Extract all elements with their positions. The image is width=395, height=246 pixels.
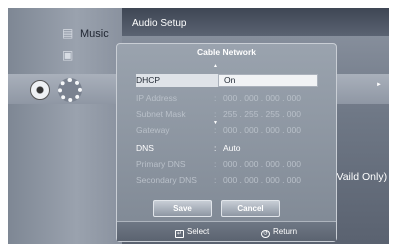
- tv-screen: ▤ Music ▣ Audio Setup ► (Vaild Only) Cab…: [8, 8, 389, 244]
- row-value: 255 . 255 . 255 . 000: [223, 109, 301, 119]
- music-label: Music: [80, 28, 109, 40]
- row-label: DNS: [136, 143, 154, 153]
- row-label: DHCP: [136, 75, 161, 85]
- row-label: Primary DNS: [136, 159, 186, 169]
- row-value: 000 . 000 . 000 . 000: [223, 175, 301, 185]
- cancel-button[interactable]: Cancel: [221, 200, 280, 217]
- row-colon: :: [214, 125, 217, 135]
- row-value: 000 . 000 . 000 . 000: [223, 159, 301, 169]
- row-subnet-mask: Subnet Mask : 255 . 255 . 255 . 000: [136, 108, 318, 121]
- row-secondary-dns: Secondary DNS : 000 . 000 . 000 . 000: [136, 174, 318, 187]
- row-colon: :: [214, 143, 217, 153]
- save-button[interactable]: Save: [153, 200, 212, 217]
- return-hint-label: Return: [273, 227, 298, 236]
- row-label: IP Address: [136, 93, 177, 103]
- row-label: Subnet Mask: [136, 109, 186, 119]
- row-value: 000 . 000 . 000 . 000: [223, 93, 301, 103]
- return-icon: ↺: [261, 230, 270, 238]
- vaild-only-text: (Vaild Only): [333, 171, 388, 183]
- cable-network-dialog: Cable Network ▲ DHCP On ▼ IP Address : 0…: [116, 43, 337, 242]
- row-value: Auto: [223, 143, 241, 153]
- scroll-up-icon: ▲: [213, 63, 218, 69]
- row-gateway: Gateway : 000 . 000 . 000 . 000: [136, 124, 318, 137]
- select-hint: ↵ Select: [175, 227, 209, 238]
- row-dhcp[interactable]: DHCP On: [136, 74, 318, 87]
- disc-icon[interactable]: [30, 80, 50, 100]
- row-colon: :: [214, 159, 217, 169]
- row-label: Gateway: [136, 125, 170, 135]
- row-label: Secondary DNS: [136, 175, 197, 185]
- row-dns[interactable]: DNS : Auto: [136, 142, 318, 155]
- return-hint: ↺ Return: [261, 227, 297, 238]
- row-primary-dns: Primary DNS : 000 . 000 . 000 . 000: [136, 158, 318, 171]
- enter-icon: ↵: [175, 230, 184, 238]
- photo-icon: ▣: [62, 48, 74, 62]
- row-colon: :: [214, 175, 217, 185]
- key-guide-bar: ↵ Select ↺ Return: [117, 221, 336, 241]
- row-ip-address: IP Address : 000 . 000 . 000 . 000: [136, 92, 318, 105]
- row-colon: :: [214, 93, 217, 103]
- dhcp-value: On: [224, 75, 236, 85]
- gear-icon[interactable]: [58, 78, 82, 102]
- chevron-right-icon: ►: [376, 82, 382, 88]
- row-value: 000 . 000 . 000 . 000: [223, 125, 301, 135]
- select-hint-label: Select: [187, 227, 210, 236]
- side-menu-band: [8, 8, 122, 244]
- menu-item-audio-setup[interactable]: Audio Setup: [132, 18, 187, 29]
- row-colon: :: [214, 109, 217, 119]
- music-icon: ▤: [62, 26, 74, 40]
- dialog-title: Cable Network: [196, 47, 257, 57]
